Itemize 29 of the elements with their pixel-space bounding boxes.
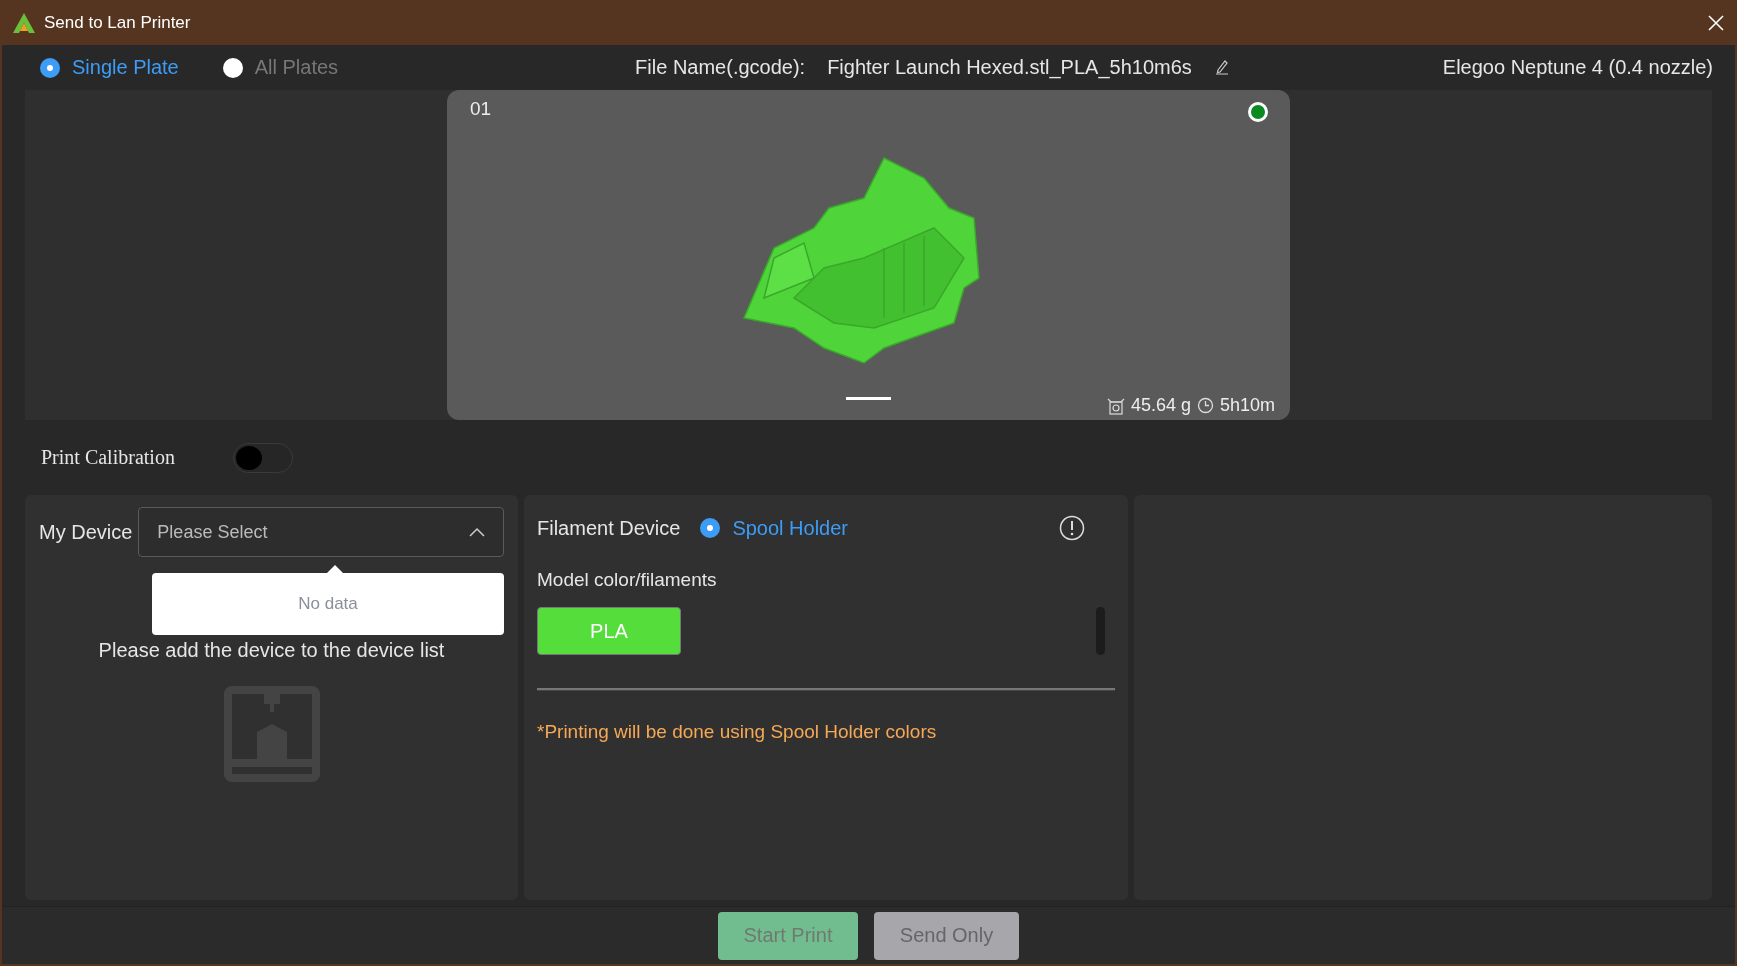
- device-select[interactable]: Please Select: [138, 507, 504, 557]
- file-name-value: Fighter Launch Hexed.stl_PLA_5h10m6s: [827, 56, 1192, 79]
- plate-number: 01: [470, 98, 492, 120]
- spool-holder-radio[interactable]: Spool Holder: [700, 516, 848, 540]
- print-time: 5h10m: [1219, 395, 1275, 416]
- app-logo-icon: [12, 11, 36, 34]
- spool-holder-note: *Printing will be done using Spool Holder colors: [537, 721, 938, 743]
- edit-button[interactable]: [1213, 58, 1230, 77]
- filament-device-label: Filament Device: [537, 516, 681, 540]
- print-calibration-label: Print Calibration: [41, 446, 176, 469]
- print-calibration-toggle[interactable]: [233, 442, 293, 473]
- clock-icon: [1196, 397, 1214, 414]
- info-icon: [1059, 515, 1085, 541]
- file-name-label: File Name(.gcode):: [635, 56, 806, 79]
- page-indicator: [846, 397, 891, 400]
- caret-icon: [469, 527, 485, 537]
- filaments-label: Model color/filaments: [537, 569, 718, 591]
- device-hint: Please add the device to the device list: [98, 639, 445, 662]
- plate-select-indicator[interactable]: [1248, 102, 1268, 122]
- empty-message: No data: [298, 594, 358, 614]
- close-button[interactable]: [1707, 13, 1725, 32]
- plate-mode-radio[interactable]: Single Plate: [40, 56, 179, 79]
- my-device-label: My Device: [39, 520, 133, 544]
- scale-icon: [1106, 396, 1125, 415]
- window-title: Send to Lan Printer: [44, 12, 192, 33]
- plate-mode-radio[interactable]: All Plates: [222, 56, 339, 79]
- printer-name: Elegoo Neptune 4 (0.4 nozzle): [1442, 56, 1713, 79]
- filament-weight: 45.64 g: [1130, 395, 1191, 416]
- plate-preview[interactable]: 01 45.64 g 5h10m: [447, 90, 1290, 420]
